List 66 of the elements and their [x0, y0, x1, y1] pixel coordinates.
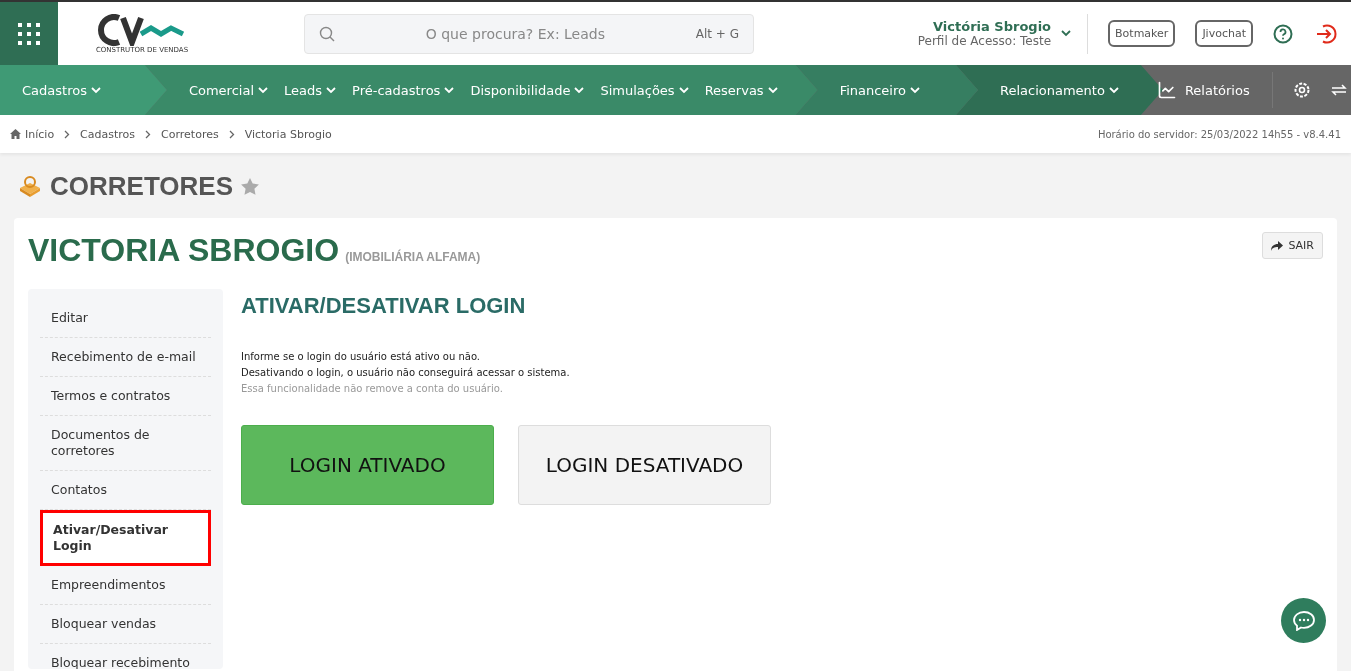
search-field[interactable]: O que procura? Ex: Leads Alt + G [304, 13, 754, 54]
breadcrumb-link[interactable]: Início [10, 127, 55, 141]
chevron-down-icon [444, 86, 455, 94]
integration-button[interactable]: Jivochat [1195, 20, 1253, 47]
apps-grid-button[interactable] [0, 2, 58, 65]
record-company: (IMOBILIÁRIA ALFAMA) [345, 250, 481, 264]
chevron-down-icon [326, 86, 337, 94]
share-arrow-icon [1271, 240, 1284, 251]
line-chart-icon [1156, 80, 1177, 100]
chevron-down-icon [1061, 30, 1072, 37]
menu-item[interactable]: Relacionamento [996, 82, 1123, 98]
search-icon [319, 25, 335, 42]
sidebar-item[interactable]: Documentos de corretores [40, 416, 211, 471]
server-time: Horário do servidor: 25/03/2022 14h55 - v8.4.41 [1097, 128, 1341, 140]
chevron-down-icon [574, 86, 585, 94]
menu-item[interactable]: Financeiro [835, 82, 924, 98]
search-input[interactable]: O que procura? Ex: Leads [345, 24, 686, 43]
shortcut-hint: Alt + G [695, 26, 739, 41]
menu-item[interactable]: Disponibilidade [466, 82, 589, 98]
sidebar-item[interactable]: Termos e contratos [40, 377, 211, 416]
user-profile: Perfil de Acesso: Teste [917, 34, 1052, 48]
chevron-down-icon [678, 86, 689, 94]
box-icon [18, 175, 42, 198]
user-name: Victória Sbrogio [933, 19, 1052, 34]
chevron-right-icon [145, 129, 152, 139]
login-status-button[interactable]: LOGIN ATIVADO [241, 425, 494, 505]
sidebar-item[interactable]: Bloquear recebimento [40, 644, 211, 669]
chevron-down-icon [258, 86, 268, 94]
chevron-right-icon [228, 129, 235, 139]
note-text: Essa funcionalidade não remove a conta do usuário. [241, 382, 504, 396]
info-text: Desativando o login, o usuário não conseguirá acessar o sistema. [241, 366, 571, 380]
reports-menu-item[interactable]: Relatórios [1152, 80, 1254, 100]
menu-item[interactable]: Simulações [596, 82, 693, 98]
breadcrumb-link[interactable]: Cadastros [80, 127, 136, 141]
sidebar-item[interactable]: Empreendimentos [40, 566, 211, 605]
menu-item[interactable]: Comercial [184, 82, 272, 98]
sidebar-item[interactable]: Ativar/Desativar Login [40, 510, 211, 566]
logo-icon [97, 13, 187, 46]
login-status-button[interactable]: LOGIN DESATIVADO [518, 425, 771, 505]
chevron-down-icon [910, 86, 920, 94]
breadcrumb-link[interactable]: Victoria Sbrogio [244, 127, 332, 141]
menu-item[interactable]: Reservas [700, 82, 782, 98]
sidebar-item[interactable]: Recebimento de e-mail [40, 338, 211, 377]
menu-item[interactable]: Leads [280, 82, 341, 98]
chevron-down-icon [90, 86, 101, 94]
help-icon[interactable] [1273, 23, 1293, 44]
info-text: Informe se o login do usuário está ativo ou não. [241, 350, 481, 364]
logout-icon[interactable] [1315, 22, 1337, 45]
integration-button[interactable]: Botmaker [1108, 20, 1176, 47]
sidebar-item[interactable]: Editar [40, 299, 211, 338]
section-title: ATIVAR/DESATIVAR LOGIN [241, 293, 527, 319]
menu-item[interactable]: Pré-cadastros [348, 82, 459, 98]
chevron-down-icon [1108, 86, 1119, 94]
page-title: CORRETORES [50, 171, 233, 202]
star-icon[interactable] [241, 178, 259, 195]
chevron-down-icon [767, 86, 778, 94]
settings-icon[interactable] [1292, 81, 1311, 99]
home-icon [10, 129, 21, 139]
chevron-right-icon [64, 129, 71, 139]
swap-arrows-icon[interactable] [1330, 84, 1347, 96]
grid-icon [18, 22, 40, 45]
chat-bubble-icon [1292, 610, 1315, 631]
sidebar-item[interactable]: Bloquear vendas [40, 605, 211, 644]
exit-button[interactable]: SAIR [1262, 232, 1323, 259]
record-name: VICTORIA SBROGIO [28, 232, 340, 269]
breadcrumb-link[interactable]: Corretores [161, 127, 219, 141]
